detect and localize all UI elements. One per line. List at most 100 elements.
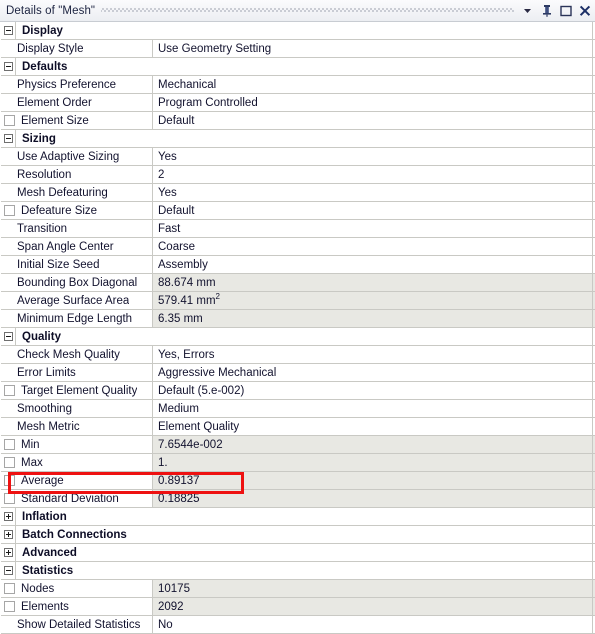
maximize-button[interactable] (558, 3, 573, 19)
group-row[interactable]: Batch Connections (1, 526, 595, 544)
group-row[interactable]: Inflation (1, 508, 595, 526)
group-row[interactable]: Defaults (1, 58, 595, 76)
property-value-cell[interactable]: Use Geometry Setting (153, 40, 595, 57)
property-row[interactable]: Smoothing Medium (1, 400, 595, 418)
property-name-cell: Element Size (1, 112, 153, 129)
property-row[interactable]: Average Surface Area 579.41 mm2 (1, 292, 595, 310)
property-row[interactable]: Check Mesh Quality Yes, Errors (1, 346, 595, 364)
property-value-cell[interactable]: Element Quality (153, 418, 595, 435)
property-value-cell[interactable]: Default (153, 112, 595, 129)
property-name-cell: Error Limits (1, 364, 153, 381)
property-value-cell[interactable]: Coarse (153, 238, 595, 255)
property-row[interactable]: Error Limits Aggressive Mechanical (1, 364, 595, 382)
group-label: Batch Connections (22, 528, 127, 541)
property-value-cell[interactable]: Medium (153, 400, 595, 417)
group-row[interactable]: Statistics (1, 562, 595, 580)
property-checkbox[interactable] (4, 601, 15, 612)
property-row[interactable]: Target Element Quality Default (5.e-002) (1, 382, 595, 400)
property-value: Default (5.e-002) (158, 384, 245, 397)
property-value-cell: 6.35 mm (153, 310, 595, 327)
property-row[interactable]: Show Detailed Statistics No (1, 616, 595, 634)
panel-title: Details of "Mesh" (6, 4, 96, 17)
property-value-cell[interactable]: Yes, Errors (153, 346, 595, 363)
property-row[interactable]: Span Angle Center Coarse (1, 238, 595, 256)
property-value: 0.18825 (158, 492, 200, 505)
expand-icon[interactable] (3, 530, 13, 539)
close-button[interactable] (577, 3, 592, 19)
property-value-cell[interactable]: Default (153, 202, 595, 219)
property-value-cell[interactable]: Yes (153, 148, 595, 165)
property-row[interactable]: Min 7.6544e-002 (1, 436, 595, 454)
property-checkbox[interactable] (4, 385, 15, 396)
property-name: Check Mesh Quality (17, 348, 120, 361)
expand-icon[interactable] (3, 512, 13, 521)
property-row[interactable]: Resolution 2 (1, 166, 595, 184)
collapse-icon[interactable] (3, 62, 13, 71)
property-checkbox[interactable] (4, 439, 15, 450)
property-value: 6.35 mm (158, 312, 203, 325)
property-value-cell[interactable]: Default (5.e-002) (153, 382, 595, 399)
property-value-cell[interactable]: Yes (153, 184, 595, 201)
property-value-cell[interactable]: 2 (153, 166, 595, 183)
property-name-cell: Resolution (1, 166, 153, 183)
property-value-cell[interactable]: No (153, 616, 595, 633)
property-name-cell: Show Detailed Statistics (1, 616, 153, 633)
group-row[interactable]: Advanced (1, 544, 595, 562)
auto-hide-button[interactable] (539, 3, 554, 19)
property-row[interactable]: Use Adaptive Sizing Yes (1, 148, 595, 166)
property-value-cell: 10175 (153, 580, 595, 597)
property-checkbox[interactable] (4, 493, 15, 504)
collapse-icon[interactable] (3, 566, 13, 575)
property-checkbox[interactable] (4, 457, 15, 468)
property-name-cell: Min (1, 436, 153, 453)
property-value: Use Geometry Setting (158, 42, 272, 55)
group-row[interactable]: Sizing (1, 130, 595, 148)
property-row[interactable]: Mesh Metric Element Quality (1, 418, 595, 436)
group-row[interactable]: Quality (1, 328, 595, 346)
property-name: Span Angle Center (17, 240, 114, 253)
property-name-cell: Physics Preference (1, 76, 153, 93)
property-value: Mechanical (158, 78, 217, 91)
property-row[interactable]: Minimum Edge Length 6.35 mm (1, 310, 595, 328)
property-value-cell[interactable]: Program Controlled (153, 94, 595, 111)
property-row[interactable]: Element Size Default (1, 112, 595, 130)
property-row[interactable]: Bounding Box Diagonal 88.674 mm (1, 274, 595, 292)
titlebar-grip[interactable] (101, 6, 514, 16)
collapse-icon[interactable] (3, 332, 13, 341)
property-checkbox[interactable] (4, 475, 15, 486)
group-twisty-cell (1, 562, 16, 579)
property-checkbox[interactable] (4, 115, 15, 126)
collapse-icon[interactable] (3, 134, 13, 143)
property-value-cell[interactable]: Mechanical (153, 76, 595, 93)
property-checkbox[interactable] (4, 205, 15, 216)
property-row[interactable]: Standard Deviation 0.18825 (1, 490, 595, 508)
collapse-icon[interactable] (3, 26, 13, 35)
property-checkbox[interactable] (4, 583, 15, 594)
property-row[interactable]: Transition Fast (1, 220, 595, 238)
property-value-cell[interactable]: Assembly (153, 256, 595, 273)
property-value-cell: 0.18825 (153, 490, 595, 507)
indent-spacer (1, 256, 15, 273)
property-row[interactable]: Element Order Program Controlled (1, 94, 595, 112)
dropdown-menu-button[interactable] (520, 3, 535, 19)
property-row[interactable]: Max 1. (1, 454, 595, 472)
property-value: Assembly (158, 258, 208, 271)
group-twisty-cell (1, 328, 16, 345)
property-value-cell[interactable]: Fast (153, 220, 595, 237)
property-row[interactable]: Display Style Use Geometry Setting (1, 40, 595, 58)
property-row[interactable]: Elements 2092 (1, 598, 595, 616)
property-name: Average (21, 474, 64, 487)
property-row[interactable]: Defeature Size Default (1, 202, 595, 220)
property-row[interactable]: Nodes 10175 (1, 580, 595, 598)
property-name-cell: Max (1, 454, 153, 471)
panel-titlebar: Details of "Mesh" (0, 0, 595, 22)
property-row[interactable]: Initial Size Seed Assembly (1, 256, 595, 274)
property-name-cell: Nodes (1, 580, 153, 597)
property-value-cell[interactable]: Aggressive Mechanical (153, 364, 595, 381)
expand-icon[interactable] (3, 548, 13, 557)
property-grid: Display Display Style Use Geometry Setting… (0, 22, 595, 634)
property-row[interactable]: Average 0.89137 (1, 472, 595, 490)
property-row[interactable]: Physics Preference Mechanical (1, 76, 595, 94)
group-row[interactable]: Display (1, 22, 595, 40)
property-row[interactable]: Mesh Defeaturing Yes (1, 184, 595, 202)
